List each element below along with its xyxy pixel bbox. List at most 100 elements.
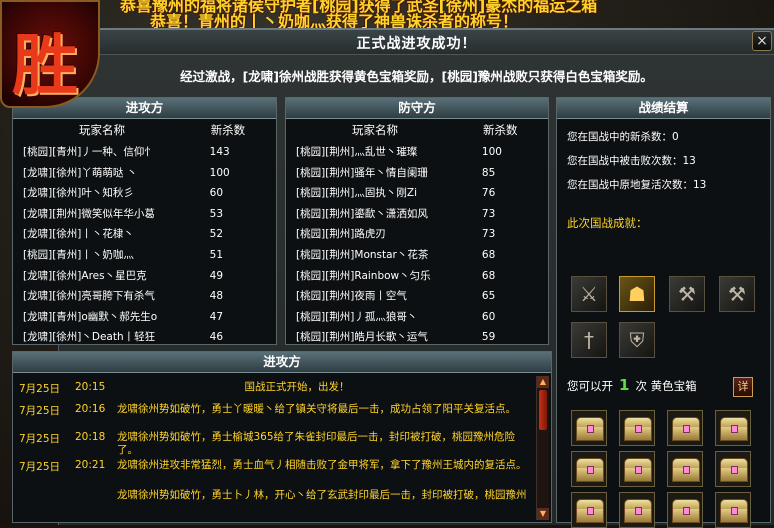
sword-icon[interactable]: † xyxy=(571,322,607,358)
player-row: [龙啸][徐州]叶丶知秋彡 60 xyxy=(13,183,276,204)
stats-header: 战绩结算 xyxy=(557,98,770,119)
treasure-chest-icon[interactable] xyxy=(667,492,703,528)
detail-button[interactable]: 详 xyxy=(733,377,753,397)
player-row: [桃园][荆州]鎏歃丶潇洒如风 73 xyxy=(286,204,548,225)
scroll-thumb[interactable] xyxy=(539,390,547,430)
player-row: [龙啸][徐州]亮哥胯下有杀气 48 xyxy=(13,286,276,307)
scroll-down-icon[interactable]: ▼ xyxy=(537,508,549,520)
log-entry: 龙啸徐州势如破竹，勇士卜丿林，开心丶给了玄武封印最后一击，封印被打破，桃园豫州 xyxy=(13,489,533,515)
log-date: 7月25日 xyxy=(19,433,61,445)
hammer-icon[interactable]: ⚒ xyxy=(719,276,755,312)
shield-icon[interactable]: ⛨ xyxy=(619,322,655,358)
player-name: [桃园][荆州]夜雨丨空气 xyxy=(296,290,407,303)
treasure-chest-icon[interactable] xyxy=(619,492,655,528)
defender-table: 防守方 玩家名称 新杀数 [桃园][荆州]灬乱世丶璀璨 100 [桃园][荆州]骚年… xyxy=(285,97,549,345)
attacker-table: 进攻方 玩家名称 新杀数 [桃园][青州]丿一种、信仰忄 143 [龙啸][徐州]丫… xyxy=(12,97,277,345)
player-kills: 47 xyxy=(209,310,224,323)
player-row: [龙啸][徐州]Ares丶星巴克 49 xyxy=(13,266,276,287)
log-message: 龙啸徐州势如破竹，勇士榆城365给了朱雀封印最后一击，封印被打破，桃园豫州危险了… xyxy=(117,431,516,456)
treasure-chest-icon[interactable] xyxy=(571,410,607,446)
player-name: [龙啸][青州]o幽默丶郝先生o xyxy=(23,310,158,323)
player-row: [桃园][荆州]Rainbow丶匀乐 68 xyxy=(286,266,548,287)
crossed-swords-icon[interactable]: ⚔ xyxy=(571,276,607,312)
log-date: 7月25日 xyxy=(19,461,61,473)
log-entry: 7月25日 20:21 龙啸徐州进攻非常猛烈，勇士血气丿相随击败了金甲将军，拿下了豫… xyxy=(13,459,533,485)
player-row: [桃园][荆州]骚年丶情自阑珊 85 xyxy=(286,163,548,184)
battle-summary: 经过激战，[龙啸]徐州战胜获得黄色宝箱奖励，[桃园]豫州战败只获得白色宝箱奖励。 xyxy=(180,69,653,84)
player-kills: 100 xyxy=(481,146,502,158)
player-kills: 76 xyxy=(481,187,496,200)
stat-defeated: 您在国战中被击败次数：13 xyxy=(567,155,696,167)
player-kills: 73 xyxy=(481,228,496,241)
treasure-chest-icon[interactable] xyxy=(715,451,751,487)
player-kills: 100 xyxy=(209,166,230,179)
log-scrollbar[interactable]: ▲ ▼ xyxy=(536,376,549,520)
treasure-chest-icon[interactable] xyxy=(667,410,703,446)
attacker-column-headers: 玩家名称 新杀数 xyxy=(13,119,276,142)
log-message: 龙啸徐州势如破竹，勇士卜丿林，开心丶给了玄武封印最后一击，封印被打破，桃园豫州 xyxy=(117,489,527,501)
treasure-chest-icon[interactable] xyxy=(571,492,607,528)
player-name: [桃园][荆州]丿孤灬狼哥丶 xyxy=(296,310,418,323)
log-message: 龙啸徐州进攻非常猛烈，勇士血气丿相随击败了金甲将军，拿下了豫州王城内的复活点。 xyxy=(117,459,527,471)
stat-revives: 您在国战中原地复活次数：13 xyxy=(567,179,707,191)
player-name: [桃园][荆州]骚年丶情自阑珊 xyxy=(296,166,428,179)
player-kills: 68 xyxy=(481,248,496,261)
col-kills: 新杀数 xyxy=(483,123,518,137)
player-kills: 53 xyxy=(209,207,224,220)
player-row: [龙啸][徐州]丫萌萌哒 丶 100 xyxy=(13,163,276,184)
player-row: [龙啸][青州]o幽默丶郝先生o 47 xyxy=(13,307,276,328)
treasure-chest-icon[interactable] xyxy=(619,410,655,446)
player-kills: 60 xyxy=(209,187,224,200)
player-kills: 143 xyxy=(209,146,230,158)
player-name: [桃园][荆州]皓月长歌丶运气 xyxy=(296,331,428,344)
player-name: [桃园][荆州]Rainbow丶匀乐 xyxy=(296,269,431,282)
defender-column-headers: 玩家名称 新杀数 xyxy=(286,119,548,142)
warrior-icon[interactable]: ☗ xyxy=(619,276,655,312)
dialog-title-bar: 正式战进攻成功！ × xyxy=(59,30,774,55)
log-message: 国战正式开始，出发！ xyxy=(244,381,350,393)
log-time: 20:21 xyxy=(75,459,106,471)
log-date: 7月25日 xyxy=(19,405,61,417)
player-name: [桃园][荆州]灬乱世丶璀璨 xyxy=(296,146,418,158)
treasure-chest-icon[interactable] xyxy=(715,492,751,528)
player-kills: 85 xyxy=(481,166,496,179)
close-button[interactable]: × xyxy=(752,31,772,51)
player-kills: 46 xyxy=(209,331,224,344)
player-name: [桃园][青州]丨丶奶咖灬 xyxy=(23,248,134,261)
player-kills: 68 xyxy=(481,269,496,282)
col-player-name: 玩家名称 xyxy=(79,123,125,137)
player-name: [桃园][荆州]Monstar丶花茶 xyxy=(296,248,429,261)
axe-icon[interactable]: ⚒ xyxy=(669,276,705,312)
treasure-chest-icon[interactable] xyxy=(667,451,703,487)
treasure-chest-icon[interactable] xyxy=(571,451,607,487)
player-kills: 51 xyxy=(209,248,224,261)
player-row: [桃园][荆州]灬固执丶刚Zi 76 xyxy=(286,183,548,204)
log-date: 7月25日 xyxy=(19,383,61,395)
player-row: [桃园][荆州]灬乱世丶璀璨 100 xyxy=(286,142,548,163)
victory-glyph: 胜 xyxy=(12,26,78,104)
player-name: [桃园][荆州]鎏歃丶潇洒如风 xyxy=(296,207,428,220)
col-kills: 新杀数 xyxy=(210,123,246,137)
treasure-chest-icon[interactable] xyxy=(715,410,751,446)
log-entry: 7月25日 20:18 龙啸徐州势如破竹，勇士榆城365给了朱雀封印最后一击，封印被… xyxy=(13,431,533,457)
player-name: [龙啸][徐州]叶丶知秋彡 xyxy=(23,187,134,200)
dialog-title: 正式战进攻成功！ xyxy=(356,36,477,52)
chest-open-prefix: 您可以开 xyxy=(567,379,613,393)
player-kills: 65 xyxy=(481,290,496,303)
log-time: 20:15 xyxy=(75,381,106,393)
player-kills: 73 xyxy=(481,207,496,220)
defender-rows: [桃园][荆州]灬乱世丶璀璨 100 [桃园][荆州]骚年丶情自阑珊 85 [桃园][荆… xyxy=(286,142,548,348)
stat-kills: 您在国战中的新杀数：0 xyxy=(567,131,679,143)
player-row: [桃园][荆州]丿孤灬狼哥丶 60 xyxy=(286,307,548,328)
log-message: 龙啸徐州势如破竹，勇士丫暖暖丶给了镇关守将最后一击，成功占领了阳平关复活点。 xyxy=(117,403,516,415)
player-name: [龙啸][徐州]丶Death丨轻狂 xyxy=(23,331,156,344)
player-kills: 52 xyxy=(209,228,224,241)
player-name: [龙啸][徐州]Ares丶星巴克 xyxy=(23,269,147,282)
player-row: [龙啸][荆州]微笑似年华小葛 53 xyxy=(13,204,276,225)
scroll-up-icon[interactable]: ▲ xyxy=(537,376,549,388)
player-row: [桃园][荆州]夜雨丨空气 65 xyxy=(286,286,548,307)
stats-panel: 战绩结算 您在国战中的新杀数：0 您在国战中被击败次数：13 您在国战中原地复活… xyxy=(556,97,771,528)
treasure-chest-icon[interactable] xyxy=(619,451,655,487)
log-entry: 7月25日 20:15 国战正式开始，出发！ xyxy=(13,381,533,395)
player-name: [龙啸][徐州]丫萌萌哒 丶 xyxy=(23,166,138,179)
